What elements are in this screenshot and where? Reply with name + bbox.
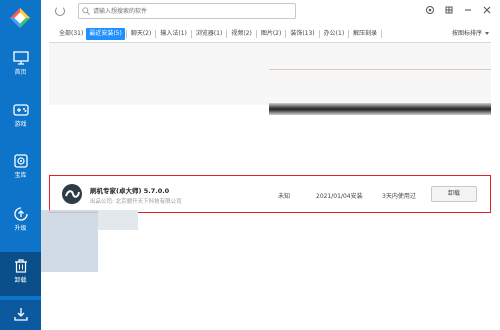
trash-icon: [14, 259, 27, 273]
sidebar-item-label: 游戏: [14, 121, 27, 128]
tab-input-method[interactable]: 输入法(1): [157, 28, 190, 40]
search-icon: [82, 7, 90, 15]
tab-chat[interactable]: 聊天(2): [128, 28, 155, 40]
search-input[interactable]: [79, 4, 295, 18]
tab-divider: [381, 30, 383, 38]
skin-icon[interactable]: [444, 5, 454, 15]
tab-image[interactable]: 图片(2): [258, 28, 285, 40]
tab-divider: [226, 30, 228, 38]
blurred-overlay: [98, 210, 138, 230]
treasure-icon: [13, 154, 28, 168]
app-publisher: 出品公司: 北京顺升天下科技有限公司: [90, 199, 182, 205]
sidebar-item-uninstall[interactable]: 卸载: [0, 252, 41, 296]
upgrade-icon: [13, 207, 28, 221]
usage-frequency: 3天内使用过: [382, 193, 416, 200]
minimize-icon[interactable]: [463, 5, 473, 15]
download-button[interactable]: [0, 300, 41, 330]
blurred-overlay: [41, 210, 98, 272]
tab-divider: [255, 30, 257, 38]
sidebar-item-treasure[interactable]: 宝库: [0, 147, 41, 191]
tab-browser[interactable]: 浏览器(1): [193, 28, 226, 40]
tab-decoration[interactable]: 装饰(13): [287, 28, 317, 40]
tab-divider: [155, 30, 157, 38]
refresh-icon[interactable]: [55, 6, 65, 16]
tab-divider: [190, 30, 192, 38]
uninstall-button[interactable]: 卸载: [431, 186, 477, 202]
list-item[interactable]: 刷机专家(卓大师) 5.7.0.0 出品公司: 北京顺升天下科技有限公司 未知 …: [49, 175, 491, 213]
sidebar-item-upgrade[interactable]: 升级: [0, 200, 41, 244]
sidebar-item-label: 卸载: [14, 277, 27, 284]
tab-divider: [348, 30, 350, 38]
tab-divider: [285, 30, 287, 38]
flash-expert-icon: [62, 184, 82, 204]
divider: [269, 69, 491, 70]
list-item-placeholder: [49, 43, 491, 105]
sidebar-item-home[interactable]: 首页: [0, 44, 41, 88]
sidebar-item-games[interactable]: 游戏: [0, 96, 41, 140]
progress-bar-placeholder: [269, 103, 491, 115]
monitor-icon: [12, 51, 29, 65]
app-size: 未知: [278, 193, 291, 200]
install-date: 2021/01/04安装: [316, 193, 363, 200]
sidebar-item-label: 首页: [14, 69, 27, 76]
tab-divider: [318, 30, 320, 38]
category-tabs: 全部(31) 最近安装(5) 聊天(2) 输入法(1) 浏览器(1) 视频(2)…: [56, 28, 383, 40]
list-item-placeholder: [59, 108, 259, 112]
tab-archive[interactable]: 解压刻录: [350, 28, 380, 40]
settings-icon[interactable]: [425, 5, 435, 15]
app-name: 刷机专家(卓大师) 5.7.0.0: [90, 187, 170, 195]
search-box[interactable]: [78, 3, 296, 19]
sort-dropdown[interactable]: 按图标排序: [452, 28, 489, 40]
tab-all[interactable]: 全部(31): [56, 28, 86, 40]
sidebar: 首页 游戏 宝库 升级 卸载: [0, 0, 41, 330]
sidebar-item-label: 升级: [14, 225, 27, 232]
tab-office[interactable]: 办公(1): [321, 28, 348, 40]
tab-video[interactable]: 视频(2): [228, 28, 255, 40]
download-icon: [13, 308, 28, 321]
app-logo-icon: [10, 8, 30, 28]
top-bar: [41, 0, 500, 24]
sidebar-item-label: 宝库: [14, 172, 27, 179]
tab-divider: [125, 30, 127, 38]
gamepad-icon: [12, 104, 29, 116]
close-icon[interactable]: [482, 5, 492, 15]
tab-recent[interactable]: 最近安装(5): [86, 28, 125, 40]
